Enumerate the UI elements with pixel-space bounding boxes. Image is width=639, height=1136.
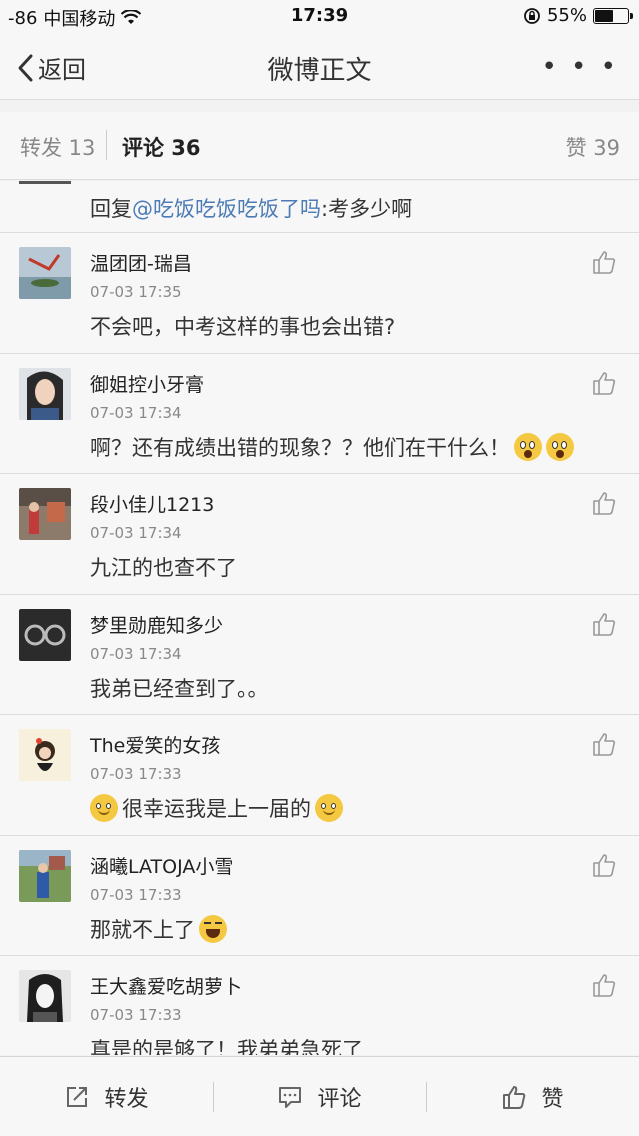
- comment-author[interactable]: 涵曦LATOJA小雪: [90, 852, 233, 879]
- comment-text: 那就不上了: [90, 914, 227, 944]
- smile-emoji-icon: [90, 794, 118, 822]
- avatar[interactable]: [19, 367, 71, 420]
- comment-time: 07-03 17:34: [90, 644, 182, 663]
- comment-author[interactable]: The爱笑的女孩: [90, 731, 220, 758]
- list-item[interactable]: 段小佳儿1213 07-03 17:34 九江的也查不了: [0, 474, 639, 595]
- thumbs-up-icon[interactable]: [591, 972, 617, 998]
- reply-suffix: :考多少啊: [321, 197, 413, 221]
- comment-text: 不会吧，中考这样的事也会出错?: [90, 311, 395, 341]
- comment-author[interactable]: 王大鑫爱吃胡萝卜: [90, 972, 242, 999]
- tab-divider: [106, 130, 107, 160]
- list-item[interactable]: The爱笑的女孩 07-03 17:33 很幸运我是上一届的: [0, 715, 639, 836]
- comment-time: 07-03 17:33: [90, 765, 182, 783]
- list-item[interactable]: 回复@吃饭吃饭吃饭了吗:考多少啊: [0, 181, 639, 233]
- avatar[interactable]: [19, 488, 71, 540]
- status-right: 55%: [523, 5, 633, 26]
- list-item[interactable]: 王大鑫爱吃胡萝卜 07-03 17:33 真是的是够了！我弟弟急死了: [0, 956, 639, 1055]
- comment-text-content: 我弟已经查到了。。: [90, 676, 269, 701]
- thumbs-up-icon[interactable]: [591, 731, 617, 757]
- comment-text: 很幸运我是上一届的: [90, 793, 343, 823]
- smile-emoji-icon: [315, 794, 343, 822]
- comment-text: 九江的也查不了: [90, 552, 237, 582]
- tab-repost[interactable]: 转发 13: [20, 132, 95, 162]
- tab-bar: 转发 13 评论 36 赞 39: [0, 112, 639, 180]
- shocked-emoji-icon: [514, 432, 542, 461]
- repost-button[interactable]: 转发: [0, 1057, 213, 1136]
- rotation-lock-icon: [524, 7, 540, 24]
- avatar[interactable]: [19, 970, 71, 1022]
- battery-icon: [593, 7, 633, 24]
- tab-comment[interactable]: 评论 36: [122, 132, 201, 162]
- comment-text-content: 那就不上了: [90, 917, 195, 942]
- thumbs-up-icon[interactable]: [591, 611, 617, 637]
- comment-label: 评论: [317, 1087, 362, 1112]
- comment-text: 啊？还有成绩出错的现象？？他们在干什么！: [90, 432, 574, 462]
- comment-text-content: 真是的是够了！我弟弟急死了: [90, 1038, 363, 1055]
- like-button[interactable]: 赞: [426, 1057, 639, 1136]
- nav-bar: 返回 微博正文 • • •: [0, 32, 639, 100]
- shocked-emoji-icon: [546, 432, 574, 461]
- thumbs-up-icon[interactable]: [591, 490, 617, 516]
- comment-button[interactable]: 评论: [213, 1057, 426, 1136]
- mention-link[interactable]: @吃饭吃饭吃饭了吗: [132, 197, 321, 221]
- battery-level: [595, 9, 613, 22]
- laughing-tears-emoji-icon: [199, 914, 227, 943]
- share-icon: [67, 1087, 88, 1107]
- comment-author[interactable]: 段小佳儿1213: [90, 490, 214, 517]
- list-item[interactable]: 御姐控小牙膏 07-03 17:34 啊？还有成绩出错的现象？？他们在干什么！: [0, 353, 639, 474]
- comment-icon: [279, 1087, 302, 1108]
- avatar[interactable]: [19, 608, 71, 661]
- status-bar: -86 中国移动 17:39 55%: [0, 0, 639, 32]
- list-item[interactable]: 梦里勋鹿知多少 07-03 17:34 我弟已经查到了。。: [0, 594, 639, 715]
- comment-time: 07-03 17:35: [90, 283, 182, 301]
- comment-text: 真是的是够了！我弟弟急死了: [90, 1034, 363, 1055]
- comment-text-content: 很幸运我是上一届的: [122, 797, 311, 821]
- like-label: 赞: [541, 1087, 564, 1112]
- avatar[interactable]: [19, 247, 71, 299]
- tab-like[interactable]: 赞 39: [566, 132, 620, 162]
- comment-list[interactable]: 回复@吃饭吃饭吃饭了吗:考多少啊 温团团-瑞昌 07-03 17:35 不会吧，…: [0, 181, 639, 1055]
- avatar[interactable]: [19, 729, 71, 781]
- thumbs-up-icon[interactable]: [591, 249, 617, 275]
- thumbs-up-icon[interactable]: [591, 370, 617, 396]
- comment-time: 07-03 17:33: [90, 885, 182, 904]
- comment-author[interactable]: 御姐控小牙膏: [90, 370, 204, 397]
- comment-author[interactable]: 梦里勋鹿知多少: [90, 611, 223, 638]
- repost-label: 转发: [104, 1087, 149, 1112]
- comment-text-content: 九江的也查不了: [90, 556, 237, 580]
- comment-text: 我弟已经查到了。。: [90, 673, 269, 703]
- comment-time: 07-03 17:33: [90, 1006, 182, 1024]
- avatar: [19, 181, 71, 184]
- bottom-toolbar: 转发 评论 赞: [0, 1056, 639, 1136]
- list-item[interactable]: 涵曦LATOJA小雪 07-03 17:33 那就不上了: [0, 835, 639, 956]
- reply-prefix: 回复: [90, 197, 132, 221]
- avatar[interactable]: [19, 849, 71, 902]
- comment-text-content: 啊？还有成绩出错的现象？？他们在干什么！: [90, 435, 510, 460]
- list-item[interactable]: 温团团-瑞昌 07-03 17:35 不会吧，中考这样的事也会出错?: [0, 233, 639, 354]
- comment-time: 07-03 17:34: [90, 403, 182, 422]
- thumbs-up-icon[interactable]: [591, 852, 617, 878]
- thumbs-up-icon: [503, 1086, 526, 1109]
- more-dots-icon[interactable]: • • •: [541, 52, 619, 82]
- comment-time: 07-03 17:34: [90, 524, 182, 542]
- comment-text-content: 不会吧，中考这样的事也会出错?: [90, 315, 396, 339]
- reply-text: 回复@吃饭吃饭吃饭了吗:考多少啊: [90, 193, 412, 223]
- battery-percent: 55%: [546, 5, 587, 26]
- comment-author[interactable]: 温团团-瑞昌: [90, 249, 192, 276]
